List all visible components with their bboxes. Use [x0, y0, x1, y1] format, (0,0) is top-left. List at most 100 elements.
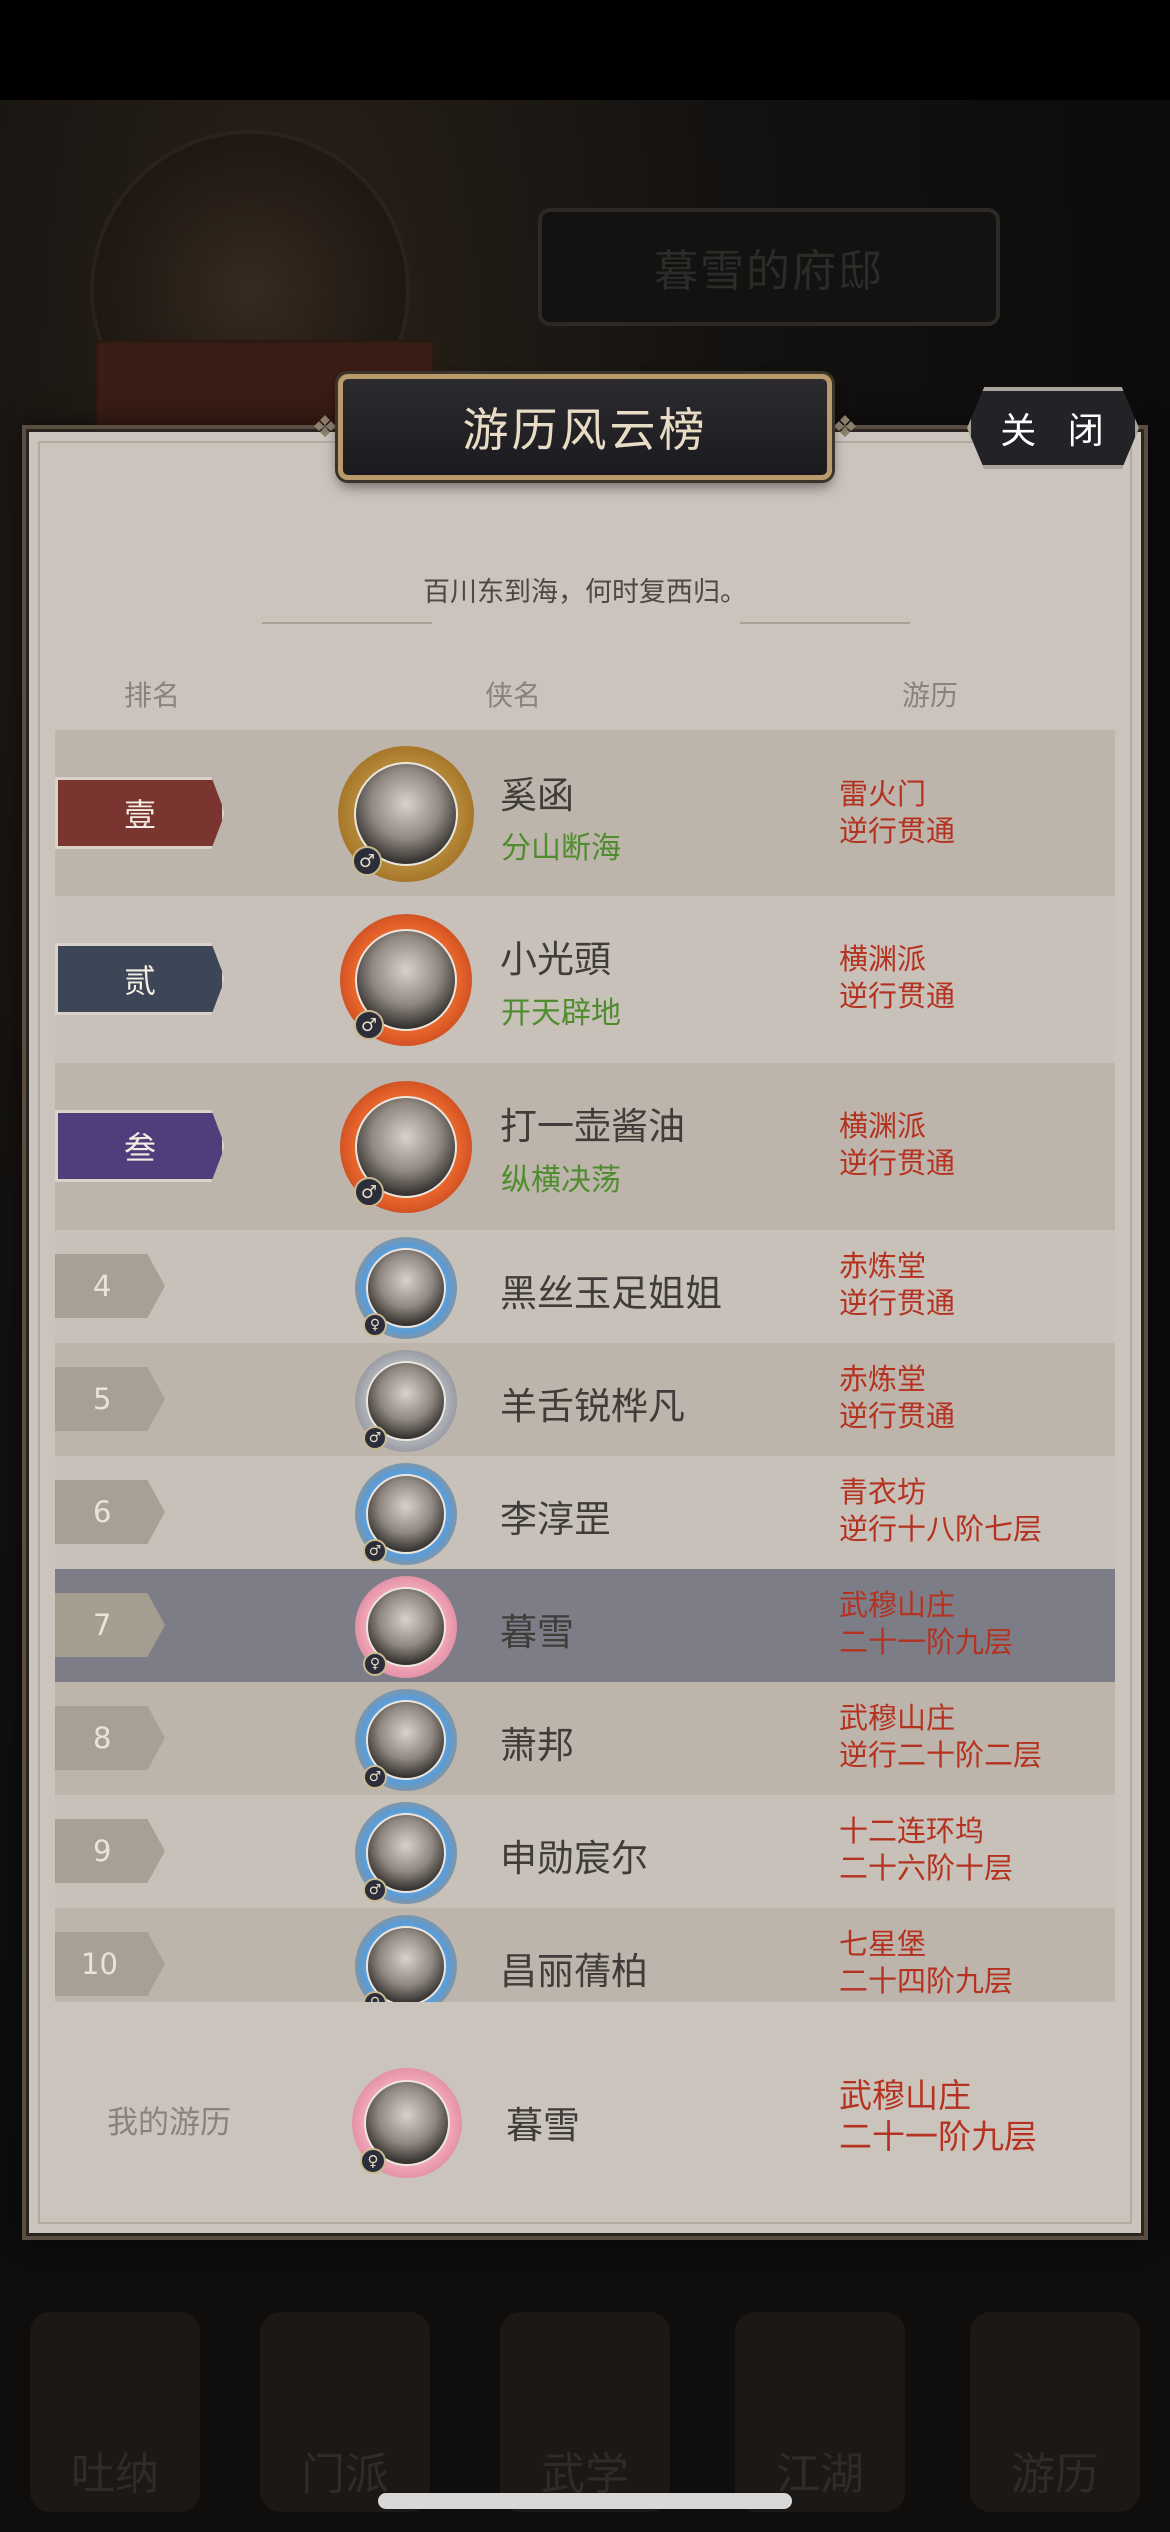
nav-item-sect: 门派 — [260, 2312, 430, 2512]
player-name: 萧邦 — [500, 1724, 574, 1767]
panel-title: 游历风云榜 — [462, 403, 708, 457]
rank-label: 5 — [93, 1382, 112, 1416]
player-sect: 横渊派 — [839, 942, 927, 976]
player-title: 开天辟地 — [501, 996, 621, 1031]
motto-text: 百川东到海，何时复西归。 — [423, 577, 747, 608]
rank-tag: 9 — [55, 1819, 165, 1883]
ranking-row[interactable]: 6 ♂ 李淳罡 青衣坊 逆行十八阶七层 — [55, 1456, 1115, 1569]
player-sect: 雷火门 — [839, 777, 927, 811]
player-sect: 七星堡 — [839, 1927, 927, 1961]
rank-label: 8 — [93, 1721, 112, 1755]
rank-tag: 7 — [55, 1593, 165, 1657]
nav-label: 游历 — [1011, 2449, 1099, 2500]
gender-male-icon: ♂ — [354, 1177, 384, 1207]
status-bar-area — [0, 0, 1170, 100]
ranking-row[interactable]: 10 ♀ 昌丽蒨柏 七星堡 二十四阶九层 — [55, 1908, 1115, 2002]
home-indicator[interactable] — [378, 2493, 792, 2509]
avatar[interactable]: ♀ — [355, 1576, 457, 1678]
player-stage: 二十六阶十层 — [839, 1851, 1014, 1885]
player-title: 纵横决荡 — [501, 1163, 621, 1198]
avatar[interactable]: ♂ — [340, 1081, 472, 1213]
ranking-row[interactable]: 9 ♂ 申勋宸尔 十二连环坞 二十六阶十层 — [55, 1795, 1115, 1908]
avatar[interactable]: ♂ — [355, 1802, 457, 1904]
bottom-nav: 吐纳 门派 武学 江湖 游历 — [0, 2240, 1170, 2532]
player-name: 打一壶酱油 — [500, 1105, 685, 1148]
player-name: 昌丽蒨柏 — [500, 1950, 648, 1993]
avatar[interactable]: ♂ — [355, 1350, 457, 1452]
my-sect: 武穆山庄 — [839, 2076, 971, 2115]
nav-item-jianghu: 江湖 — [735, 2312, 905, 2512]
player-stage: 二十四阶九层 — [839, 1964, 1014, 1998]
rank-label: 10 — [81, 1947, 118, 1981]
avatar[interactable]: ♂ — [338, 746, 474, 882]
nav-item-breathing: 吐纳 — [30, 2312, 200, 2512]
column-header-progress: 游历 — [902, 679, 959, 712]
player-title: 分山断海 — [501, 831, 621, 866]
rank-label: 9 — [93, 1834, 112, 1868]
avatar[interactable]: ♀ — [355, 1915, 457, 2002]
ranking-row[interactable]: 8 ♂ 萧邦 武穆山庄 逆行二十阶二层 — [55, 1682, 1115, 1795]
ranking-row[interactable]: 4 ♀ 黑丝玉足姐姐 赤炼堂 逆行贯通 — [55, 1230, 1115, 1343]
my-stage: 二十一阶九层 — [839, 2117, 1037, 2156]
avatar[interactable]: ♀ — [355, 1237, 457, 1339]
player-sect: 赤炼堂 — [839, 1249, 927, 1283]
player-name: 暮雪 — [500, 1611, 574, 1654]
player-sect: 十二连环坞 — [839, 1814, 985, 1848]
rank-banner: 叁 — [55, 1110, 225, 1182]
player-sect: 青衣坊 — [839, 1475, 927, 1509]
gender-male-icon: ♂ — [363, 1765, 387, 1789]
gender-male-icon: ♂ — [354, 1010, 384, 1040]
ranking-row[interactable]: 贰 ♂ 小光頭 开天辟地 横渊派 逆行贯通 — [55, 896, 1115, 1063]
player-name: 奚函 — [500, 774, 574, 817]
residence-title-frame: 暮雪的府邸 — [538, 208, 1000, 326]
close-button[interactable]: 关 闭 — [967, 387, 1139, 469]
rank-label: 7 — [93, 1608, 112, 1642]
close-button-label: 关 闭 — [1000, 411, 1114, 452]
rank-tag: 8 — [55, 1706, 165, 1770]
ranking-row-self[interactable]: 7 ♀ 暮雪 武穆山庄 二十一阶九层 — [55, 1569, 1115, 1682]
rank-label: 6 — [93, 1495, 112, 1529]
nav-item-martial-arts: 武学 — [500, 2312, 670, 2512]
avatar[interactable]: ♂ — [355, 1463, 457, 1565]
player-name: 申勋宸尔 — [500, 1837, 648, 1880]
my-name: 暮雪 — [506, 2104, 580, 2147]
gender-female-icon: ♀ — [360, 2148, 386, 2174]
rank-label: 壹 — [123, 796, 156, 834]
gender-male-icon: ♂ — [363, 1878, 387, 1902]
player-sect: 武穆山庄 — [839, 1701, 956, 1735]
player-stage: 逆行二十阶二层 — [839, 1738, 1043, 1772]
gender-male-icon: ♂ — [363, 1539, 387, 1563]
my-travel-label: 我的游历 — [107, 2105, 231, 2141]
gender-female-icon: ♀ — [363, 1652, 387, 1676]
ranking-row[interactable]: 叁 ♂ 打一壶酱油 纵横决荡 横渊派 逆行贯通 — [55, 1063, 1115, 1230]
rank-tag: 4 — [55, 1254, 165, 1318]
my-avatar[interactable]: ♀ — [352, 2068, 462, 2178]
rank-tag: 6 — [55, 1480, 165, 1544]
gender-male-icon: ♂ — [363, 1426, 387, 1450]
motto-divider-left — [262, 622, 432, 624]
player-stage: 逆行贯通 — [839, 814, 956, 848]
player-stage: 逆行贯通 — [839, 1146, 956, 1180]
residence-title: 暮雪的府邸 — [654, 246, 884, 297]
avatar[interactable]: ♂ — [340, 914, 472, 1046]
player-stage: 逆行贯通 — [839, 1399, 956, 1433]
player-name: 李淳罡 — [500, 1498, 611, 1541]
column-header-name: 侠名 — [485, 679, 542, 712]
player-stage: 二十一阶九层 — [839, 1625, 1014, 1659]
rank-label: 贰 — [123, 962, 156, 1000]
rank-tag: 5 — [55, 1367, 165, 1431]
ranking-row[interactable]: 5 ♂ 羊舌锐桦凡 赤炼堂 逆行贯通 — [55, 1343, 1115, 1456]
ranking-row[interactable]: 壹 ♂ 奚函 分山断海 雷火门 逆行贯通 — [55, 730, 1115, 896]
player-name: 羊舌锐桦凡 — [500, 1385, 685, 1428]
panel-title-plate: 游历风云榜 — [338, 374, 832, 480]
player-stage: 逆行贯通 — [839, 979, 956, 1013]
column-header-rank: 排名 — [124, 679, 181, 712]
rank-banner: 贰 — [55, 943, 225, 1015]
rank-banner: 壹 — [55, 777, 225, 849]
player-stage: 逆行贯通 — [839, 1286, 956, 1320]
rank-label: 叁 — [123, 1129, 156, 1167]
player-sect: 赤炼堂 — [839, 1362, 927, 1396]
ranking-list[interactable]: 壹 ♂ 奚函 分山断海 雷火门 逆行贯通 贰 ♂ 小光頭 开天辟地 横渊派 逆行… — [55, 730, 1115, 2002]
nav-label: 吐纳 — [71, 2449, 159, 2500]
avatar[interactable]: ♂ — [355, 1689, 457, 1791]
